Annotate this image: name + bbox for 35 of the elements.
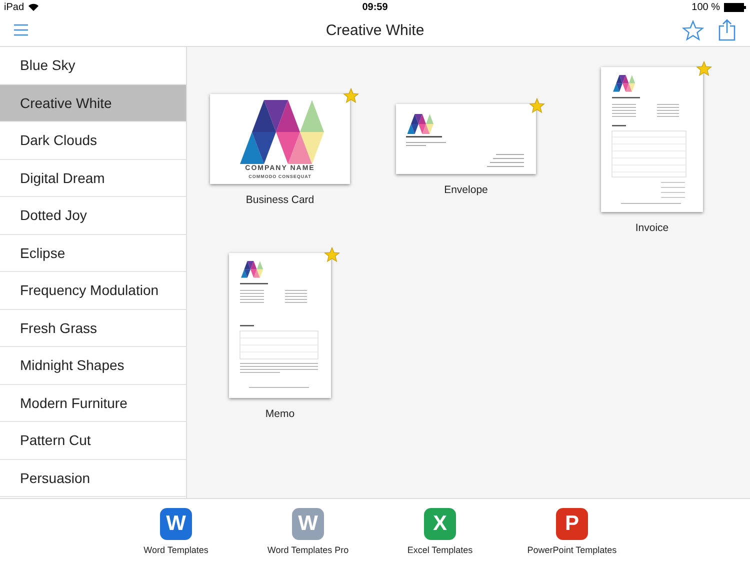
device-name: iPad — [4, 2, 24, 12]
template-name: Invoice — [635, 222, 669, 234]
menu-icon[interactable] — [14, 24, 28, 36]
theme-list-item[interactable]: Digital Dream — [0, 160, 186, 197]
share-icon[interactable] — [718, 19, 736, 41]
battery-percent: 100 % — [692, 2, 720, 12]
template-thumbnail[interactable] — [229, 252, 331, 398]
template-name: Business Card — [246, 194, 314, 206]
template-thumbnail[interactable] — [396, 104, 536, 174]
battery-icon — [724, 2, 746, 12]
theme-list-item[interactable]: Dark Clouds — [0, 122, 186, 160]
theme-list-item[interactable]: Pattern Cut — [0, 422, 186, 460]
theme-list-item[interactable]: Creative White — [0, 84, 186, 122]
theme-list-item[interactable]: Eclipse — [0, 234, 186, 272]
template-name: Memo — [265, 408, 295, 420]
app-icon: W — [160, 508, 192, 540]
screen-title: Creative White — [326, 22, 424, 38]
app-icon: X — [424, 508, 456, 540]
template-thumbnail[interactable] — [601, 66, 703, 212]
template-name: Envelope — [444, 184, 488, 196]
clock-time: 09:59 — [362, 2, 388, 12]
app-icon: W — [292, 508, 324, 540]
theme-list-item[interactable]: Frequency Modulation — [0, 272, 186, 310]
app-icon: P — [556, 508, 588, 540]
app-tab[interactable]: W Word Templates — [116, 499, 236, 563]
app-tab[interactable]: W Word Templates Pro — [248, 499, 368, 563]
theme-list-item[interactable]: Fresh Grass — [0, 310, 186, 347]
theme-list-item[interactable]: Persuasion — [0, 460, 186, 497]
theme-list-item[interactable]: Midnight Shapes — [0, 347, 186, 384]
theme-list-item[interactable]: Modern Furniture — [0, 384, 186, 422]
theme-list-item[interactable]: Dotted Joy — [0, 197, 186, 234]
wifi-icon — [28, 3, 40, 11]
app-tab[interactable]: P PowerPoint Templates — [512, 499, 632, 563]
favorite-star-icon[interactable] — [682, 20, 704, 40]
app-tab[interactable]: X Excel Templates — [380, 499, 500, 563]
